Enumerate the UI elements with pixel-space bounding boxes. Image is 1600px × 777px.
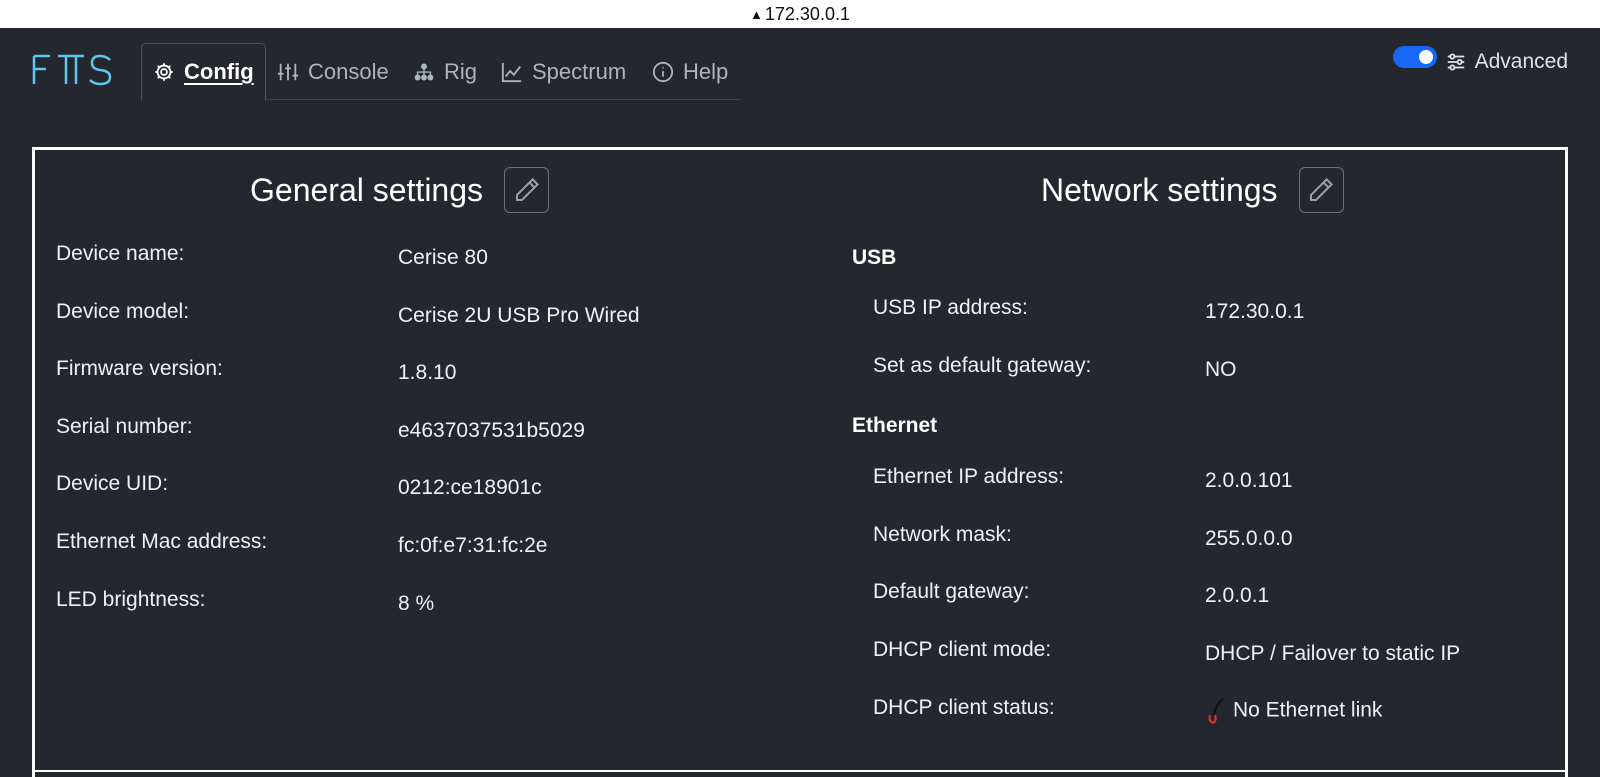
- default-gateway-flag-value: NO: [1205, 358, 1237, 381]
- browser-address-bar[interactable]: ▲ 172.30.0.1: [0, 0, 1600, 28]
- network-settings-header: Network settings: [1041, 167, 1344, 213]
- default-gateway-value: 2.0.0.1: [1205, 584, 1270, 607]
- pencil-icon: [1310, 177, 1334, 201]
- led-brightness-value: 8 %: [398, 592, 435, 615]
- dhcp-status-label: DHCP client status:: [873, 696, 1055, 719]
- usb-ip-label: USB IP address:: [873, 296, 1028, 319]
- tab-config[interactable]: Config: [141, 43, 266, 101]
- warning-icon: ▲: [750, 6, 763, 22]
- dhcp-mode-label: DHCP client mode:: [873, 638, 1052, 661]
- default-gateway-label: Default gateway:: [873, 580, 1030, 603]
- tab-rig-label: Rig: [444, 58, 478, 84]
- device-model-value: Cerise 2U USB Pro Wired: [398, 304, 640, 327]
- dhcp-mode-value: DHCP / Failover to static IP: [1205, 642, 1461, 665]
- pencil-icon: [515, 177, 539, 201]
- device-model-label: Device model:: [56, 300, 190, 323]
- unplugged-icon: [1208, 698, 1224, 725]
- device-name-value: Cerise 80: [398, 246, 488, 269]
- device-uid-value: 0212:ce18901c: [398, 476, 542, 499]
- device-uid-label: Device UID:: [56, 472, 169, 495]
- main-nav: Config Console Rig Spectrum Help: [141, 43, 741, 101]
- device-name-label: Device name:: [56, 242, 185, 265]
- ethernet-mac-value: fc:0f:e7:31:fc:2e: [398, 534, 548, 557]
- general-settings-title: General settings: [250, 171, 484, 208]
- tab-config-label: Config: [184, 59, 254, 84]
- network-mask-value: 255.0.0.0: [1205, 527, 1293, 550]
- tab-spectrum-label: Spectrum: [532, 58, 627, 84]
- usb-section-title: USB: [852, 246, 897, 269]
- settings-sliders-icon: [1447, 53, 1464, 71]
- default-gateway-flag-label: Set as default gateway:: [873, 354, 1092, 377]
- serial-number-label: Serial number:: [56, 415, 193, 438]
- advanced-switch[interactable]: [1392, 46, 1437, 68]
- edit-general-button[interactable]: [504, 167, 550, 213]
- edit-network-button[interactable]: [1298, 167, 1344, 213]
- serial-number-value: e4637037531b5029: [398, 419, 585, 442]
- info-icon: [652, 61, 674, 82]
- tab-rig[interactable]: Rig: [413, 43, 477, 100]
- dhcp-status-text: No Ethernet link: [1233, 698, 1383, 722]
- fts-logo[interactable]: [32, 54, 114, 91]
- firmware-version-value: 1.8.10: [398, 361, 457, 384]
- line-chart-icon: [501, 62, 522, 82]
- tab-console-label: Console: [308, 58, 389, 84]
- firmware-version-label: Firmware version:: [56, 357, 223, 380]
- tab-console[interactable]: Console: [277, 43, 389, 100]
- tab-help[interactable]: Help: [652, 43, 728, 100]
- network-mask-label: Network mask:: [873, 523, 1012, 546]
- tab-help-label: Help: [683, 58, 729, 84]
- panel-divider: [32, 770, 1568, 772]
- address-text: 172.30.0.1: [764, 3, 850, 24]
- advanced-label: Advanced: [1474, 50, 1568, 73]
- tab-spectrum[interactable]: Spectrum: [501, 43, 626, 100]
- hierarchy-icon: [414, 63, 434, 80]
- advanced-toggle[interactable]: Advanced: [1392, 46, 1568, 74]
- settings-panel: [32, 147, 1568, 777]
- usb-ip-value: 172.30.0.1: [1205, 300, 1305, 323]
- ethernet-ip-value: 2.0.0.101: [1205, 469, 1293, 492]
- led-brightness-label: LED brightness:: [56, 588, 206, 611]
- dhcp-status-value: No Ethernet link: [1205, 697, 1382, 725]
- ethernet-ip-label: Ethernet IP address:: [873, 465, 1065, 488]
- general-settings-header: General settings: [250, 167, 550, 213]
- ethernet-section-title: Ethernet: [852, 414, 938, 437]
- network-settings-title: Network settings: [1041, 171, 1278, 208]
- ethernet-mac-label: Ethernet Mac address:: [56, 530, 268, 553]
- sliders-icon: [277, 63, 299, 80]
- gear-icon: [155, 63, 173, 81]
